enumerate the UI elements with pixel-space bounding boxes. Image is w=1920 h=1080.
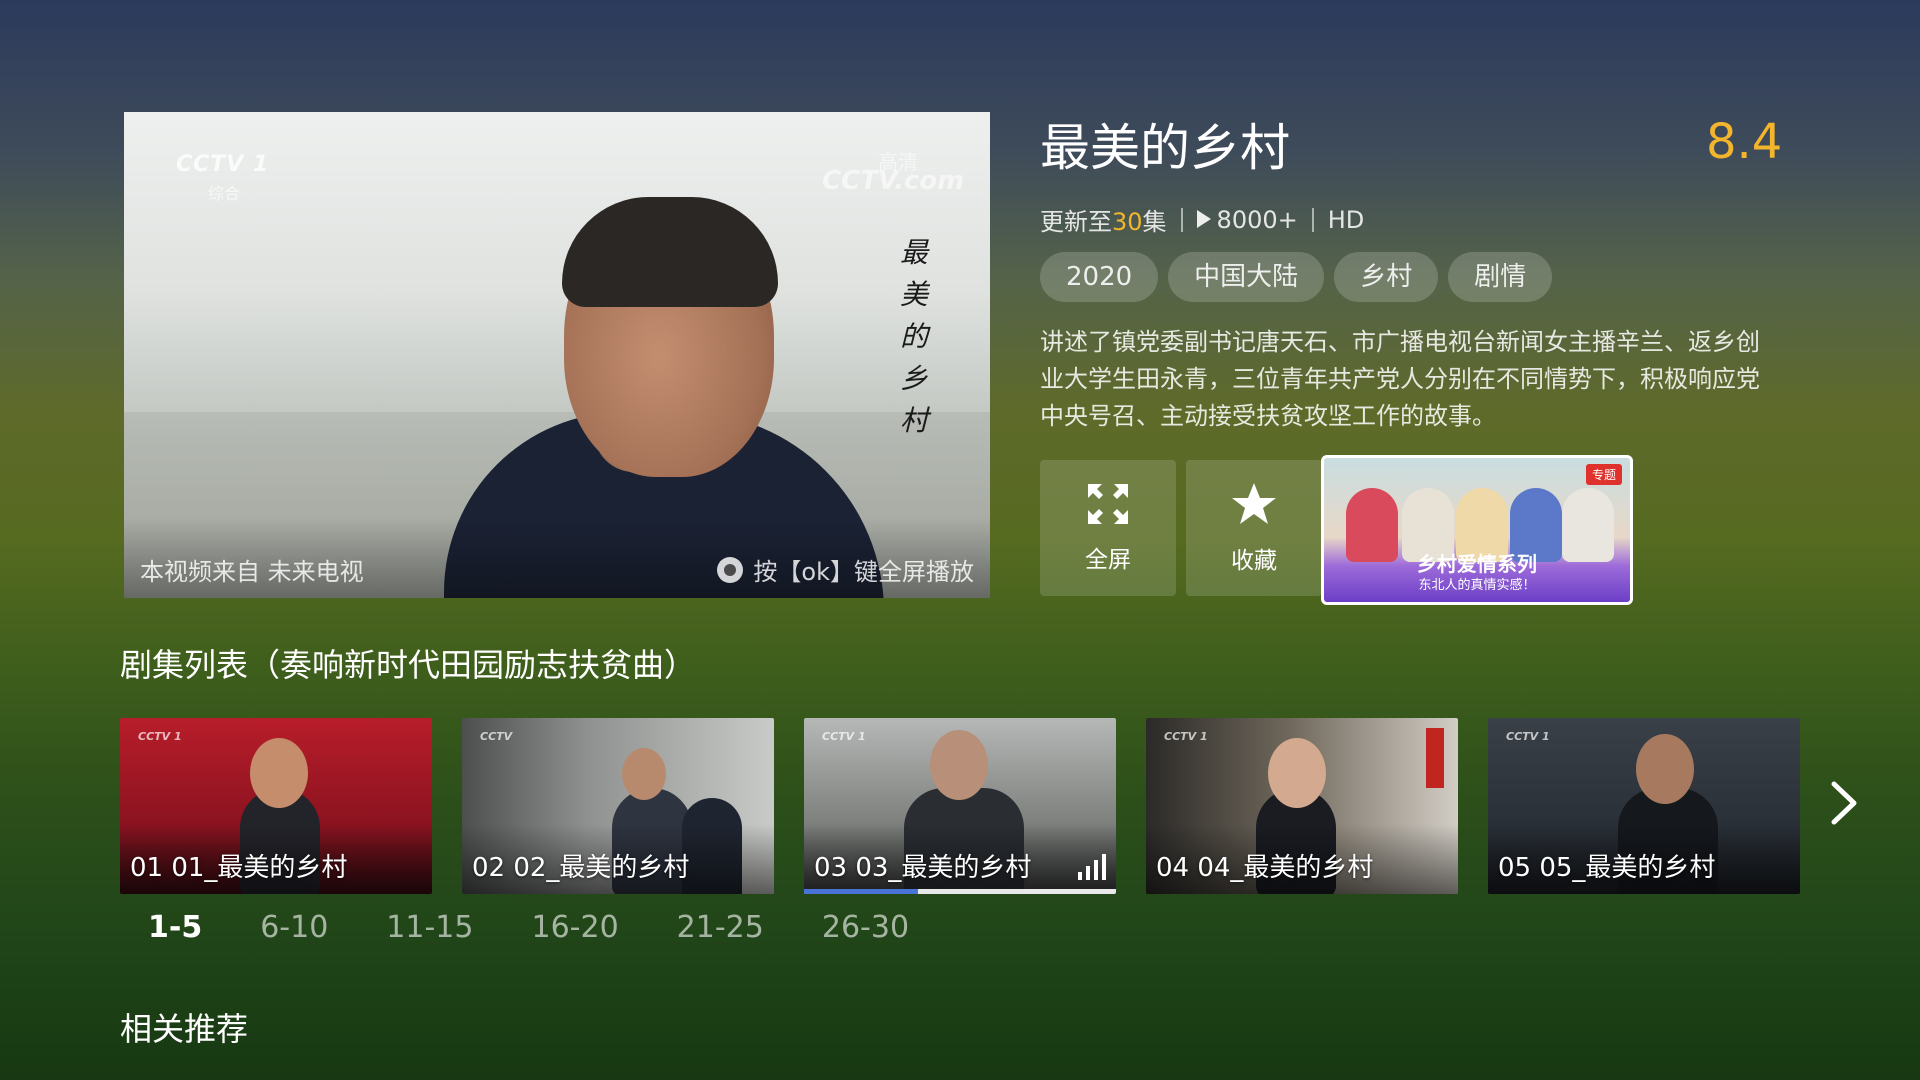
promo-subtitle: 东北人的真情实感！ (1418, 578, 1536, 593)
update-prefix: 更新至 (1040, 208, 1112, 236)
episode-section-title: 剧集列表（奏响新时代田园励志扶贫曲） (120, 646, 697, 684)
episode-thumbnail-head (622, 748, 666, 800)
episode-card-4[interactable]: CCTV 1 04 04_最美的乡村 (1146, 718, 1458, 894)
view-count: 8000+ (1196, 205, 1298, 234)
star-icon (1232, 483, 1276, 524)
range-tab-21-25[interactable]: 21-25 (677, 910, 764, 945)
view-count-value: 8000+ (1216, 205, 1298, 234)
chinese-knot-decoration (1426, 728, 1444, 788)
fullscreen-button[interactable]: 全屏 (1040, 460, 1176, 596)
update-suffix: 集 (1142, 208, 1167, 236)
tag-rural[interactable]: 乡村 (1334, 252, 1439, 302)
episode-label: 03 03_最美的乡村 (814, 853, 1032, 883)
channel-sub-logo: 综合 (208, 184, 241, 203)
episode-thumbnail-head (250, 738, 308, 808)
episode-label: 01 01_最美的乡村 (130, 853, 348, 883)
episode-thumbnail-head (930, 730, 988, 800)
tag-region[interactable]: 中国大陆 (1168, 252, 1325, 302)
range-tab-16-20[interactable]: 16-20 (531, 910, 618, 945)
favorite-label: 收藏 (1231, 548, 1277, 574)
episode-label: 04 04_最美的乡村 (1156, 853, 1374, 883)
site-watermark: CCTV.com (822, 166, 965, 196)
ok-key-icon (717, 556, 744, 583)
chevron-right-icon[interactable] (1826, 778, 1862, 828)
range-tab-26-30[interactable]: 26-30 (822, 910, 909, 945)
episode-channel-logo: CCTV 1 (1164, 730, 1208, 743)
video-player[interactable]: CCTV 1 综合 高清 CCTV.com 最美的乡村 本视频来自 未来电视 按… (124, 112, 990, 598)
episode-card-2[interactable]: CCTV 02 02_最美的乡村 (462, 718, 774, 894)
episode-range-tabs: 1-5 6-10 11-15 16-20 21-25 26-30 (148, 910, 967, 945)
play-count-icon (1196, 209, 1211, 228)
favorite-button[interactable]: 收藏 (1186, 460, 1322, 596)
episode-label: 02 02_最美的乡村 (472, 853, 690, 883)
meta-divider (1311, 207, 1314, 232)
episode-thumbnail-head (1268, 738, 1326, 808)
show-meta: 更新至30集 8000+ HD (1040, 202, 1364, 237)
episode-channel-logo: CCTV 1 (138, 730, 182, 743)
episode-channel-logo: CCTV 1 (1506, 730, 1550, 743)
fullscreen-label: 全屏 (1085, 547, 1131, 573)
show-title: 最美的乡村 (1040, 119, 1290, 177)
related-section-title: 相关推荐 (120, 1010, 249, 1048)
tag-drama[interactable]: 剧情 (1448, 252, 1553, 302)
meta-divider (1180, 207, 1183, 232)
episode-card-1[interactable]: CCTV 1 01 01_最美的乡村 (120, 718, 432, 894)
fullscreen-hint: 按【ok】键全屏播放 (717, 552, 974, 587)
range-tab-1-5[interactable]: 1-5 (148, 910, 202, 945)
now-playing-icon (1078, 854, 1106, 880)
quality-label: HD (1327, 205, 1365, 234)
episode-channel-logo: CCTV (480, 730, 513, 743)
episode-card-3[interactable]: CCTV 1 03 03_最美的乡村 (804, 718, 1116, 894)
episode-progress-bar (804, 889, 1116, 894)
video-source-text: 本视频来自 未来电视 (140, 558, 364, 586)
promo-badge: 专题 (1585, 464, 1622, 485)
update-count: 30 (1112, 208, 1143, 236)
update-status: 更新至30集 (1040, 202, 1167, 237)
promo-card[interactable]: 专题 乡村爱情系列 东北人的真情实感！ (1321, 455, 1633, 605)
episode-card-5[interactable]: CCTV 1 05 05_最美的乡村 (1488, 718, 1800, 894)
episode-channel-logo: CCTV 1 (822, 730, 866, 743)
channel-logo: CCTV 1 (176, 152, 270, 177)
promo-title: 乡村爱情系列 (1417, 552, 1537, 576)
episode-thumbnail-head (1636, 734, 1694, 804)
tag-list: 2020 中国大陆 乡村 剧情 (1040, 252, 1553, 302)
show-rating: 8.4 (1706, 114, 1783, 170)
episode-progress-fill (804, 889, 918, 894)
range-tab-6-10[interactable]: 6-10 (260, 910, 328, 945)
video-calligraphy-title: 最美的乡村 (899, 236, 928, 437)
episode-label: 05 05_最美的乡村 (1498, 853, 1716, 883)
fullscreen-icon (1088, 484, 1128, 524)
range-tab-11-15[interactable]: 11-15 (386, 910, 473, 945)
fullscreen-hint-text: 按【ok】键全屏播放 (753, 558, 974, 586)
tag-year[interactable]: 2020 (1040, 252, 1159, 302)
show-description: 讲述了镇党委副书记唐天石、市广播电视台新闻女主播辛兰、返乡创业大学生田永青，三位… (1040, 328, 1760, 430)
